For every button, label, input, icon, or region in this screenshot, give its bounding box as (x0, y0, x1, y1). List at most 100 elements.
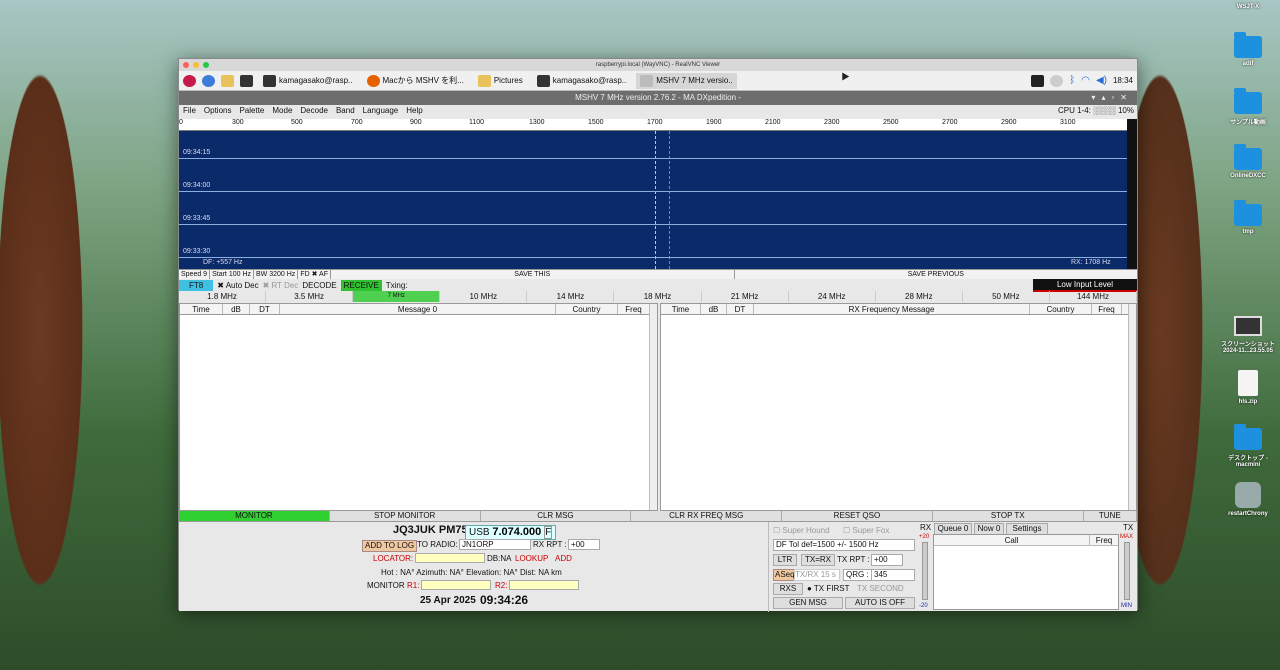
browser-icon[interactable] (202, 74, 215, 87)
add-to-log-button[interactable]: ADD TO LOG (362, 540, 418, 552)
task-firefox[interactable]: Macから MSHV を利... (363, 73, 468, 89)
start-spinner[interactable]: Start 100 Hz (210, 270, 255, 279)
menu-help[interactable]: Help (406, 105, 422, 117)
desktop-icon-label: tmp (1242, 229, 1254, 235)
desktop-icon-hlszip[interactable]: hls.zip (1218, 370, 1278, 405)
terminal-icon (263, 74, 276, 87)
scrollbar[interactable] (1128, 304, 1136, 510)
mode-ft8-button[interactable]: FT8 (179, 280, 214, 291)
rxs-button[interactable]: RXS (773, 583, 803, 595)
txrx-period-spinner[interactable]: TX/RX 15 s (794, 569, 840, 581)
task-mshv[interactable]: MSHV 7 MHz versio.. (636, 72, 737, 89)
gen-msg-button[interactable]: GEN MSG (773, 597, 843, 609)
band-button[interactable]: 28 MHz (876, 291, 963, 302)
waterfall-display[interactable]: 09:34:15 09:34:00 09:33:45 09:33:30 DF: … (179, 131, 1127, 269)
scrollbar[interactable] (649, 304, 657, 510)
update-icon[interactable] (1050, 74, 1064, 87)
raspberry-menu-icon[interactable] (183, 74, 196, 87)
desktop-icon-tmp[interactable]: tmp (1218, 200, 1278, 235)
task-pictures[interactable]: Pictures (474, 73, 527, 89)
band-button[interactable]: 3.5 MHz (266, 291, 354, 302)
locator-input[interactable] (415, 553, 485, 563)
stop-tx-button[interactable]: STOP TX (932, 511, 1084, 521)
decode-list-panel[interactable]: Time dB DT Message 0 Country Freq (179, 303, 658, 511)
df-tol-spinner[interactable]: DF Tol def=1500 +/- 1500 Hz (773, 539, 915, 551)
band-button-active[interactable]: 7 MHz (353, 291, 441, 302)
close-icon[interactable] (183, 62, 189, 68)
speed-spinner[interactable]: Speed 9 (179, 270, 211, 279)
menu-palette[interactable]: Palette (239, 105, 264, 117)
menu-language[interactable]: Language (363, 105, 399, 117)
keyboard-icon[interactable] (1031, 74, 1045, 87)
task-terminal-2[interactable]: kamagasako@rasp.. (533, 73, 631, 89)
volume-icon[interactable]: ◀) (1096, 75, 1107, 86)
lookup-button[interactable]: LOOKUP (515, 554, 548, 564)
auto-dec-checkbox[interactable]: ✖ Auto Dec (217, 280, 258, 291)
menu-options[interactable]: Options (204, 105, 232, 117)
rx-freq-panel[interactable]: Time dB DT RX Frequency Message Country … (660, 303, 1137, 511)
tune-button[interactable]: TUNE (1083, 511, 1138, 521)
qrg-input[interactable]: 345 (871, 569, 915, 581)
desktop-icon-restartchrony[interactable]: restartChrony (1218, 482, 1278, 517)
desktop-icon-screenshot[interactable]: スクリーンショット 2024-11...23.55.05 (1218, 316, 1278, 354)
window-controls[interactable]: ▾▴▫✕ (1091, 91, 1133, 105)
desktop-icon-wsjtx[interactable]: WSJT-X (1218, 4, 1278, 10)
band-button[interactable]: 14 MHz (527, 291, 615, 302)
save-this-button[interactable]: SAVE THIS (331, 270, 735, 279)
rt-dec-checkbox[interactable]: ✖ RT Dec (263, 280, 299, 291)
menu-decode[interactable]: Decode (300, 105, 328, 117)
tx-first-radio[interactable]: ● TX FIRST (807, 584, 849, 594)
f-button[interactable]: F (544, 526, 553, 539)
auto-is-off-button[interactable]: AUTO IS OFF (845, 597, 915, 609)
desktop-icon-macmini[interactable]: デスクトップ - macmini (1218, 424, 1278, 468)
frequency-ruler[interactable]: 0 300 500 700 900 1100 1300 1500 1700 19… (179, 119, 1127, 131)
tx-rpt-spinner[interactable]: +00 (871, 554, 903, 566)
band-button[interactable]: 18 MHz (614, 291, 702, 302)
desktop-icon-adif[interactable]: adif (1218, 32, 1278, 67)
task-terminal-1[interactable]: kamagasako@rasp.. (259, 73, 357, 89)
stop-monitor-button[interactable]: STOP MONITOR (329, 511, 481, 521)
to-radio-input[interactable]: JN1ORP (459, 539, 531, 550)
super-fox-checkbox[interactable]: ☐ Super Fox (843, 526, 889, 536)
save-previous-button[interactable]: SAVE PREVIOUS (735, 270, 1138, 279)
rx-meter-min: -20 (919, 603, 928, 609)
super-hound-checkbox[interactable]: ☐ Super Hound (773, 526, 830, 536)
radio-frequency[interactable]: USB 7.074.000 F (465, 525, 557, 540)
reset-qso-button[interactable]: RESET QSO (782, 511, 933, 521)
folder-icon (1234, 424, 1262, 450)
band-button[interactable]: 144 MHz (1050, 291, 1138, 302)
r1-input[interactable] (421, 580, 491, 590)
band-button[interactable]: 1.8 MHz (179, 291, 267, 302)
menu-mode[interactable]: Mode (272, 105, 292, 117)
decode-button[interactable]: DECODE (302, 280, 336, 291)
r2-input[interactable] (509, 580, 579, 590)
clr-rx-freq-msg-button[interactable]: CLR RX FREQ MSG (631, 511, 783, 521)
band-button[interactable]: 24 MHz (789, 291, 876, 302)
zoom-icon[interactable] (203, 62, 209, 68)
files-icon[interactable] (221, 74, 234, 87)
menu-band[interactable]: Band (336, 105, 355, 117)
bluetooth-icon[interactable]: ᛒ (1069, 75, 1075, 86)
tx-second-radio[interactable]: TX SECOND (857, 584, 904, 594)
terminal-icon[interactable] (240, 74, 253, 87)
wifi-icon[interactable]: ◠ (1081, 75, 1090, 86)
af-checkbox[interactable]: ✖ AF (312, 271, 328, 278)
band-button[interactable]: 10 MHz (440, 291, 528, 302)
bw-spinner[interactable]: BW 3200 Hz (254, 270, 299, 279)
add-button[interactable]: ADD (555, 554, 572, 564)
menu-file[interactable]: File (183, 105, 196, 117)
desktop-icon-sample[interactable]: サンプル動画 (1218, 88, 1278, 126)
call-queue-list[interactable]: Call Freq (933, 534, 1119, 610)
ruler-tick-label: 2900 (1001, 119, 1017, 126)
fd-af-group[interactable]: FD ✖ AF (298, 270, 331, 279)
band-button[interactable]: 50 MHz (963, 291, 1050, 302)
tx-eq-rx-button[interactable]: TX=RX (801, 554, 835, 566)
decode-list-header: Time dB DT Message 0 Country Freq (180, 304, 657, 315)
minimize-icon[interactable] (193, 62, 199, 68)
band-button[interactable]: 21 MHz (702, 291, 789, 302)
monitor-button[interactable]: MONITOR (179, 511, 330, 521)
rx-rpt-spinner[interactable]: +00 (568, 539, 600, 550)
ltr-button[interactable]: LTR (773, 554, 797, 566)
desktop-icon-onlinedxcc[interactable]: OnlineDXCC (1218, 144, 1278, 179)
clr-msg-button[interactable]: CLR MSG (480, 511, 632, 521)
